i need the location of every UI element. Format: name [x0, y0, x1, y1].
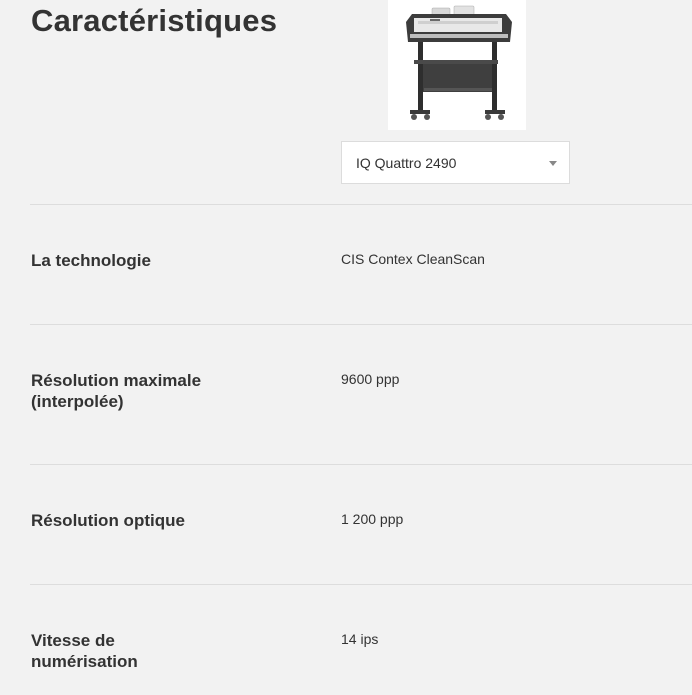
caret-down-icon: [549, 161, 557, 166]
page-title: Caractéristiques: [31, 3, 278, 38]
model-select-value: IQ Quattro 2490: [356, 155, 457, 171]
model-select[interactable]: IQ Quattro 2490: [341, 141, 570, 184]
spec-label-optical-resolution: Résolution optique: [31, 511, 185, 530]
spec-value-max-resolution: 9600 ppp: [341, 371, 400, 387]
spec-label-scan-speed: Vitesse de numérisation: [31, 631, 138, 671]
divider: [30, 584, 692, 585]
spec-value-technology: CIS Contex CleanScan: [341, 251, 485, 267]
spec-value-optical-resolution: 1 200 ppp: [341, 511, 404, 527]
divider: [30, 324, 692, 325]
specifications-page: Caractéristiques IQ Quattro 2490 La tech…: [0, 0, 692, 695]
divider: [30, 464, 692, 465]
spec-value-scan-speed: 14 ips: [341, 631, 379, 647]
product-image: [388, 0, 526, 130]
spec-label-max-resolution: Résolution maximale (interpolée): [31, 371, 202, 411]
spec-label-technology: La technologie: [31, 251, 151, 270]
divider: [30, 204, 692, 205]
